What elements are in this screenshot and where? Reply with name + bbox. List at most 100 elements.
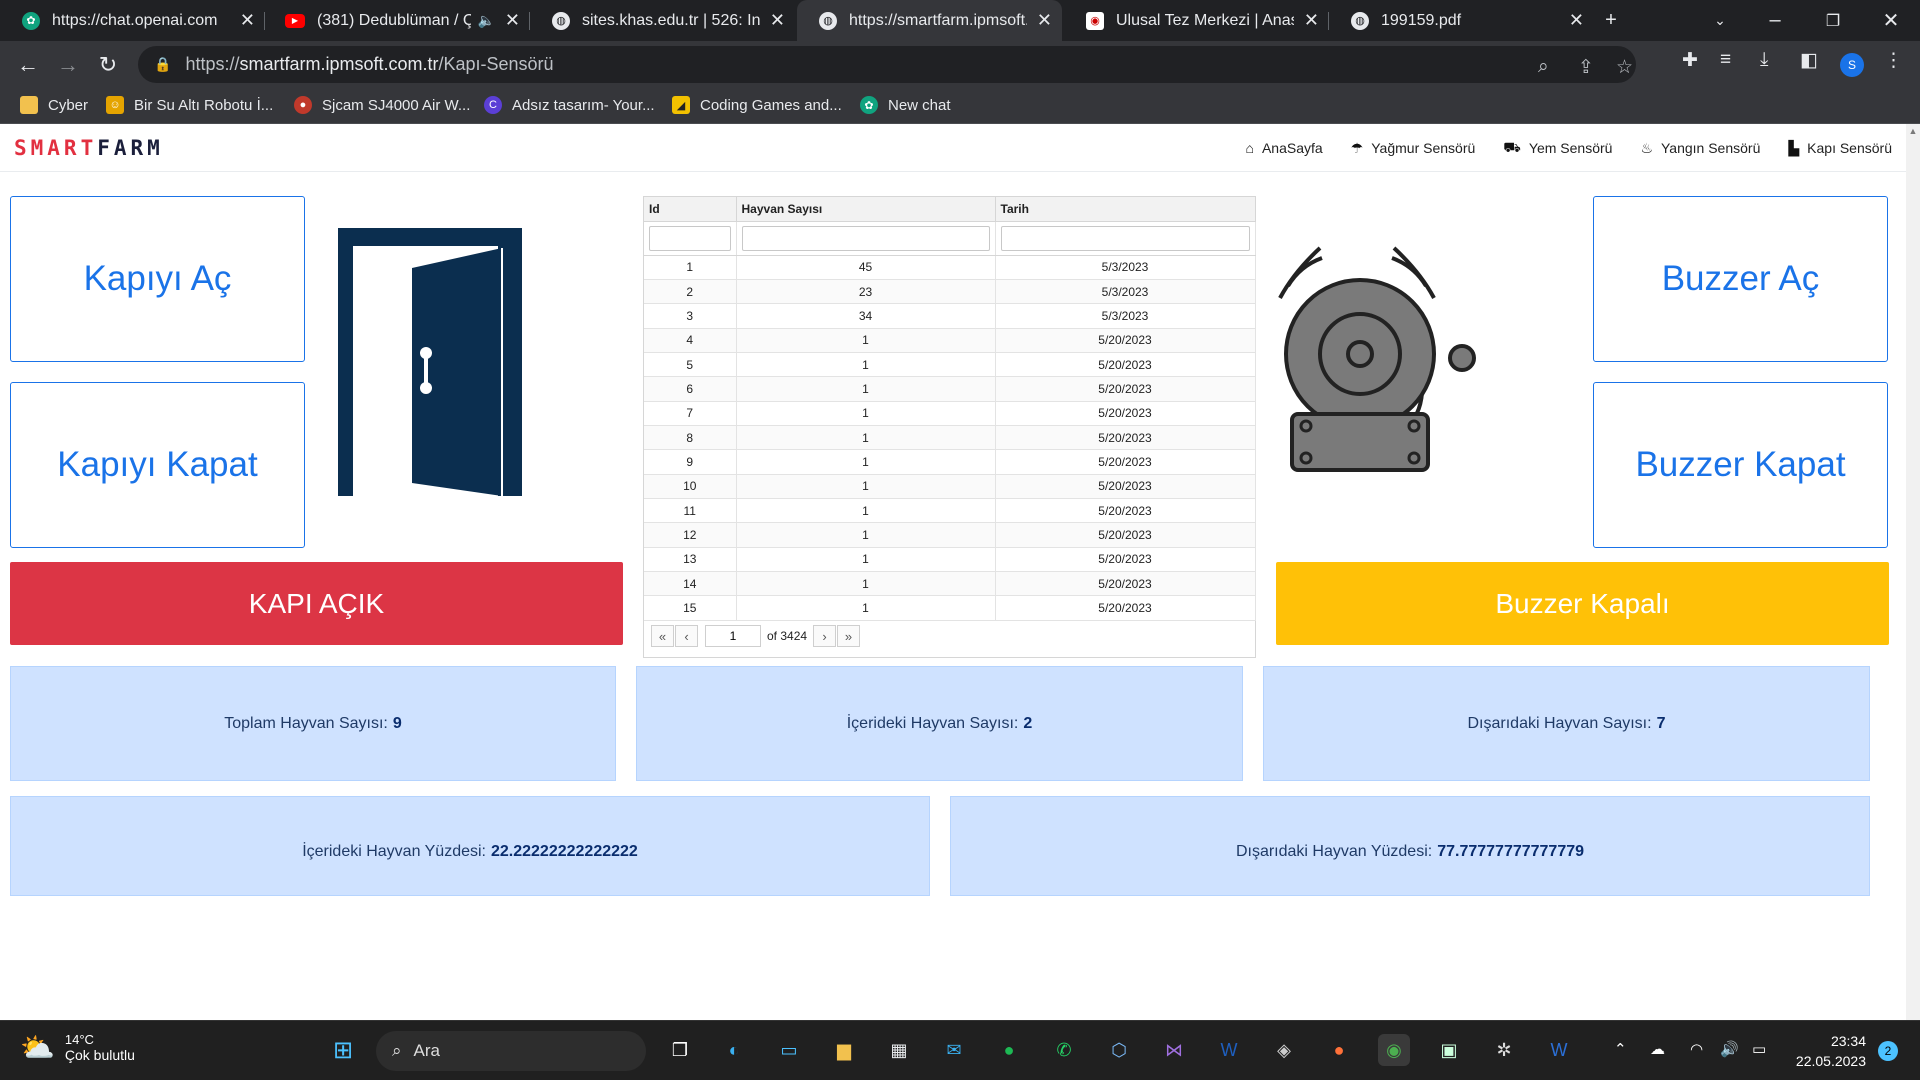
- nav-yagmur[interactable]: ☂ Yağmur Sensörü: [1351, 140, 1476, 157]
- next-page-icon[interactable]: ›: [813, 625, 837, 647]
- share-icon[interactable]: ⇪: [1578, 56, 1594, 79]
- taskbar-search[interactable]: ⌕ Ara: [376, 1031, 646, 1071]
- nav-anasayfa[interactable]: ⌂ AnaSayfa: [1246, 140, 1323, 156]
- virtualbox-icon[interactable]: ◈: [1268, 1034, 1300, 1066]
- speaker-icon[interactable]: 🔈: [477, 12, 494, 29]
- volume-icon[interactable]: 🔊: [1720, 1040, 1739, 1058]
- page-number-input[interactable]: [705, 625, 761, 647]
- nav-yangin[interactable]: ♨ Yangın Sensörü: [1640, 140, 1760, 157]
- close-door-button[interactable]: Kapıyı Kapat: [10, 382, 305, 548]
- wordpad-icon[interactable]: W: [1213, 1034, 1245, 1066]
- column-header-id[interactable]: Id: [644, 197, 737, 222]
- back-button[interactable]: ←: [12, 49, 44, 81]
- bookmark-codingame[interactable]: ◢ Coding Games and...: [672, 96, 842, 114]
- column-header-date[interactable]: Tarih: [995, 197, 1256, 222]
- vpn-icon[interactable]: ⬡: [1103, 1034, 1135, 1066]
- media-queue-icon[interactable]: ≡: [1720, 49, 1731, 71]
- wifi-icon[interactable]: ◠: [1690, 1040, 1703, 1058]
- buzzer-on-button[interactable]: Buzzer Aç: [1593, 196, 1888, 362]
- postman-icon[interactable]: ●: [1323, 1034, 1355, 1066]
- bookmark-robot[interactable]: ☺ Bir Su Altı Robotu İ...: [106, 96, 273, 114]
- window-close-button[interactable]: ✕: [1866, 0, 1916, 41]
- close-icon[interactable]: ✕: [770, 10, 785, 31]
- download-icon[interactable]: ⤓: [1760, 49, 1768, 71]
- system-clock[interactable]: 23:34 22.05.2023: [1796, 1031, 1866, 1071]
- table-row[interactable]: 3 34 5/3/2023: [644, 303, 1256, 329]
- tab-search-icon[interactable]: ⌄: [1695, 0, 1745, 41]
- table-row[interactable]: 13 1 5/20/2023: [644, 547, 1256, 572]
- table-row[interactable]: 10 1 5/20/2023: [644, 474, 1256, 499]
- terminal-icon[interactable]: ▣: [1433, 1034, 1465, 1066]
- smartfarm-logo[interactable]: SMARTFARM: [14, 136, 164, 160]
- address-bar[interactable]: 🔒 https://smartfarm.ipmsoft.com.tr/Kapı-…: [138, 46, 1636, 83]
- reload-button[interactable]: ↻: [92, 49, 124, 81]
- tray-chevron-icon[interactable]: ⌃: [1614, 1040, 1627, 1058]
- tab-chatgpt[interactable]: ✿ https://chat.openai.com ✕: [0, 0, 265, 41]
- extensions-icon[interactable]: ✚: [1682, 49, 1698, 72]
- network-warning-icon[interactable]: ☁: [1650, 1040, 1665, 1058]
- close-icon[interactable]: ✕: [240, 10, 255, 31]
- buzzer-off-button[interactable]: Buzzer Kapat: [1593, 382, 1888, 548]
- table-row[interactable]: 11 1 5/20/2023: [644, 498, 1256, 524]
- last-page-icon[interactable]: »: [837, 625, 861, 647]
- close-icon[interactable]: ✕: [505, 10, 520, 31]
- table-row[interactable]: 9 1 5/20/2023: [644, 449, 1256, 475]
- file-explorer-icon[interactable]: ▆: [828, 1034, 860, 1066]
- battery-icon[interactable]: ▭: [1752, 1040, 1766, 1058]
- tab-khas[interactable]: ◍ sites.khas.edu.tr | 526: Invali ✕: [530, 0, 795, 41]
- table-row[interactable]: 5 1 5/20/2023: [644, 352, 1256, 378]
- column-header-count[interactable]: Hayvan Sayısı: [736, 197, 996, 222]
- nav-yem[interactable]: ⛟ Yem Sensörü: [1503, 139, 1612, 158]
- bookmark-sjcam[interactable]: ● Sjcam SJ4000 Air W...: [294, 96, 470, 114]
- whatsapp-icon[interactable]: ✆: [1048, 1034, 1080, 1066]
- prev-page-icon[interactable]: ‹: [675, 625, 698, 647]
- page-scrollbar[interactable]: ▲: [1906, 124, 1920, 1020]
- mail-icon[interactable]: ✉: [938, 1034, 970, 1066]
- table-row[interactable]: 15 1 5/20/2023: [644, 595, 1256, 621]
- table-row[interactable]: 12 1 5/20/2023: [644, 522, 1256, 548]
- close-icon[interactable]: ✕: [1037, 10, 1052, 31]
- table-row[interactable]: 4 1 5/20/2023: [644, 328, 1256, 353]
- id-filter-input[interactable]: [649, 225, 731, 251]
- bookmark-new-chat[interactable]: ✿ New chat: [860, 96, 951, 114]
- nav-kapi[interactable]: ▙ Kapı Sensörü: [1788, 140, 1892, 157]
- bookmark-canva[interactable]: C Adsız tasarım- Your...: [484, 96, 655, 114]
- tools-icon[interactable]: ✲: [1488, 1034, 1520, 1066]
- notification-badge[interactable]: 2: [1878, 1041, 1898, 1061]
- tab-smartfarm[interactable]: ◍ https://smartfarm.ipmsoft.c ✕: [797, 0, 1062, 41]
- tab-tez-merkezi[interactable]: ◉ Ulusal Tez Merkezi | Anasay ✕: [1064, 0, 1329, 41]
- table-row[interactable]: 2 23 5/3/2023: [644, 279, 1256, 305]
- first-page-icon[interactable]: «: [651, 625, 674, 647]
- chrome-icon[interactable]: ◉: [1378, 1034, 1410, 1066]
- table-row[interactable]: 1 45 5/3/2023: [644, 255, 1256, 280]
- visual-studio-icon[interactable]: ⋈: [1158, 1034, 1190, 1066]
- close-icon[interactable]: ✕: [1569, 10, 1584, 31]
- task-view-icon[interactable]: ❐: [664, 1034, 696, 1066]
- spotify-icon[interactable]: ●: [993, 1034, 1025, 1066]
- word-icon[interactable]: W: [1543, 1034, 1575, 1066]
- side-panel-icon[interactable]: ◧: [1800, 49, 1818, 72]
- forward-button[interactable]: →: [52, 49, 84, 81]
- table-row[interactable]: 7 1 5/20/2023: [644, 401, 1256, 426]
- table-row[interactable]: 14 1 5/20/2023: [644, 571, 1256, 597]
- start-icon[interactable]: ⊞: [327, 1034, 359, 1066]
- tab-pdf[interactable]: ◍ 199159.pdf ✕: [1329, 0, 1594, 41]
- count-filter-input[interactable]: [741, 225, 990, 251]
- monitor-icon[interactable]: ▭: [773, 1034, 805, 1066]
- new-tab-button[interactable]: +: [1586, 0, 1636, 41]
- lock-icon[interactable]: 🔒: [154, 56, 171, 73]
- bookmark-cyber[interactable]: Cyber: [20, 96, 88, 114]
- store-icon[interactable]: ▦: [883, 1034, 915, 1066]
- weather-widget[interactable]: ⛅ 14°C Çok bulutlu: [20, 1031, 135, 1064]
- zoom-icon[interactable]: ⌕: [1538, 56, 1549, 78]
- restore-button[interactable]: ❐: [1808, 0, 1858, 41]
- scroll-up-icon[interactable]: ▲: [1906, 124, 1920, 138]
- close-icon[interactable]: ✕: [1304, 10, 1319, 31]
- profile-avatar[interactable]: S: [1840, 53, 1864, 77]
- date-filter-input[interactable]: [1000, 225, 1250, 251]
- tab-youtube[interactable]: ▶ (381) Dedublüman / Ça 🔈 ✕: [265, 0, 530, 41]
- open-door-button[interactable]: Kapıyı Aç: [10, 196, 305, 362]
- table-row[interactable]: 8 1 5/20/2023: [644, 425, 1256, 451]
- minimize-button[interactable]: –: [1750, 0, 1800, 41]
- bookmark-star-icon[interactable]: ☆: [1616, 56, 1633, 79]
